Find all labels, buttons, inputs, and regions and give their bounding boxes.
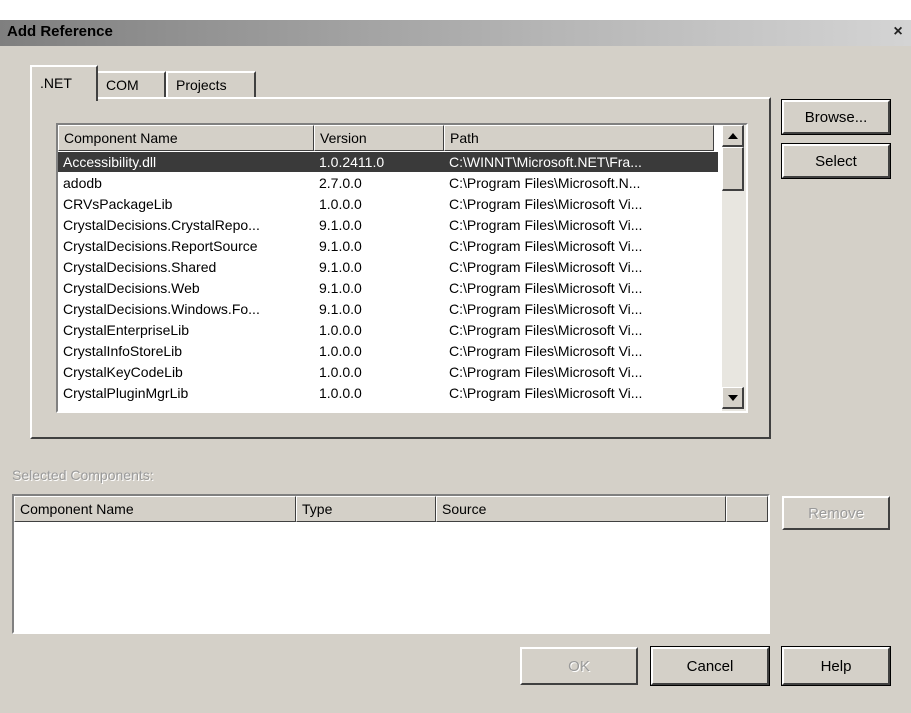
selected-components-header: Component Name Type Source [14, 496, 768, 522]
column-header-selected-component-name[interactable]: Component Name [14, 496, 296, 522]
cell-name: CrystalKeyCodeLib [63, 364, 183, 380]
cell-path: C:\Program Files\Microsoft Vi... [449, 280, 643, 296]
cell-version: 2.7.0.0 [319, 175, 362, 191]
cell-version: 1.0.0.0 [319, 322, 362, 338]
remove-button[interactable]: Remove [782, 496, 890, 530]
cell-path: C:\Program Files\Microsoft Vi... [449, 385, 643, 401]
scroll-down-button[interactable] [722, 387, 744, 409]
cell-name: adodb [63, 175, 102, 191]
cell-path: C:\Program Files\Microsoft Vi... [449, 217, 643, 233]
cell-version: 1.0.0.0 [319, 385, 362, 401]
table-row[interactable]: CrystalDecisions.ReportSource 9.1.0.0 C:\P… [58, 236, 718, 256]
column-header-type[interactable]: Type [296, 496, 436, 522]
table-row[interactable]: CrystalKeyCodeLib 1.0.0.0 C:\Program Files… [58, 362, 718, 382]
cell-path: C:\WINNT\Microsoft.NET\Fra... [449, 154, 642, 170]
cell-name: CRVsPackageLib [63, 196, 173, 212]
components-list[interactable]: Component Name Version Path Accessibilit… [56, 123, 748, 413]
remove-button-label: Remove [808, 504, 864, 522]
cell-version: 1.0.0.0 [319, 196, 362, 212]
cancel-button[interactable]: Cancel [650, 646, 770, 686]
cell-path: C:\Program Files\Microsoft Vi... [449, 259, 643, 275]
selected-components-list[interactable]: Component Name Type Source [12, 494, 770, 634]
components-list-header: Component Name Version Path [58, 125, 714, 151]
help-button-label: Help [820, 657, 852, 675]
cell-name: CrystalPluginMgrLib [63, 385, 189, 401]
help-button[interactable]: Help [781, 646, 891, 686]
table-row[interactable]: CrystalEnterpriseLib 1.0.0.0 C:\Program Fi… [58, 320, 718, 340]
cell-path: C:\Program Files\Microsoft Vi... [449, 364, 643, 380]
cell-version: 1.0.0.0 [319, 343, 362, 359]
add-reference-dialog: Add Reference × .NET COM Projects Compon… [0, 20, 911, 713]
tab-dotnet[interactable]: .NET [30, 65, 98, 101]
table-row[interactable]: adodb 2.7.0.0 C:\Program Files\Microsoft.N… [58, 173, 718, 193]
table-row[interactable]: CrystalDecisions.Web 9.1.0.0 C:\Program Fi… [58, 278, 718, 298]
cell-version: 1.0.0.0 [319, 364, 362, 380]
cell-version: 1.0.2411.0 [319, 154, 385, 170]
cell-version: 9.1.0.0 [319, 217, 362, 233]
cell-name: CrystalDecisions.Web [63, 280, 200, 296]
cancel-button-label: Cancel [686, 657, 734, 675]
title-bar[interactable]: Add Reference × [0, 20, 911, 46]
scroll-up-button[interactable] [722, 125, 744, 147]
cell-name: CrystalDecisions.CrystalRepo... [63, 217, 260, 233]
cell-version: 9.1.0.0 [319, 238, 362, 254]
arrow-up-icon [727, 132, 738, 139]
arrow-down-icon [727, 394, 738, 401]
table-row[interactable]: Accessibility.dll 1.0.2411.0 C:\WINNT\Micr… [58, 152, 718, 172]
ok-button-label: OK [568, 657, 590, 675]
cell-version: 9.1.0.0 [319, 301, 362, 317]
browse-button-label: Browse... [804, 108, 868, 126]
table-row[interactable]: CrystalDecisions.CrystalRepo... 9.1.0.0 C:… [58, 215, 718, 235]
cell-name: CrystalEnterpriseLib [63, 322, 190, 338]
cell-name: Accessibility.dll [63, 154, 157, 170]
cell-path: C:\Program Files\Microsoft Vi... [449, 196, 643, 212]
selected-components-label: Selected Components: [12, 467, 154, 483]
select-button[interactable]: Select [781, 143, 891, 179]
cell-path: C:\Program Files\Microsoft Vi... [449, 238, 643, 254]
ok-button[interactable]: OK [520, 647, 638, 685]
table-row[interactable]: CrystalDecisions.Windows.Fo... 9.1.0.0 C:\… [58, 299, 718, 319]
browse-button[interactable]: Browse... [781, 99, 891, 135]
cell-name: CrystalDecisions.Shared [63, 259, 217, 275]
column-header-path[interactable]: Path [444, 125, 714, 151]
table-row[interactable]: CrystalPluginMgrLib 1.0.0.0 C:\Program Fil… [58, 383, 718, 403]
cell-path: C:\Program Files\Microsoft Vi... [449, 343, 643, 359]
scrollbar-thumb[interactable] [722, 147, 744, 191]
table-row[interactable]: CrystalDecisions.Shared 9.1.0.0 C:\Program… [58, 257, 718, 277]
column-header-version[interactable]: Version [314, 125, 444, 151]
close-icon[interactable]: × [888, 23, 908, 41]
table-row[interactable]: CRVsPackageLib 1.0.0.0 C:\Program Files\Mi… [58, 194, 718, 214]
cell-path: C:\Program Files\Microsoft Vi... [449, 301, 643, 317]
column-header-component-name[interactable]: Component Name [58, 125, 314, 151]
column-header-source[interactable]: Source [436, 496, 726, 522]
select-button-label: Select [815, 152, 857, 170]
cell-path: C:\Program Files\Microsoft.N... [449, 175, 641, 191]
cell-name: CrystalInfoStoreLib [63, 343, 183, 359]
components-scrollbar[interactable] [722, 125, 746, 411]
tab-com[interactable]: COM [96, 71, 166, 99]
cell-name: CrystalDecisions.Windows.Fo... [63, 301, 260, 317]
dialog-title: Add Reference [7, 23, 113, 40]
cell-version: 9.1.0.0 [319, 259, 362, 275]
table-row[interactable]: CrystalInfoStoreLib 1.0.0.0 C:\Program Fil… [58, 341, 718, 361]
tab-panel: Component Name Version Path Accessibilit… [30, 97, 771, 439]
column-header-blank [726, 496, 768, 522]
cell-version: 9.1.0.0 [319, 280, 362, 296]
cell-name: CrystalDecisions.ReportSource [63, 238, 258, 254]
tab-projects[interactable]: Projects [166, 71, 256, 99]
cell-path: C:\Program Files\Microsoft Vi... [449, 322, 643, 338]
